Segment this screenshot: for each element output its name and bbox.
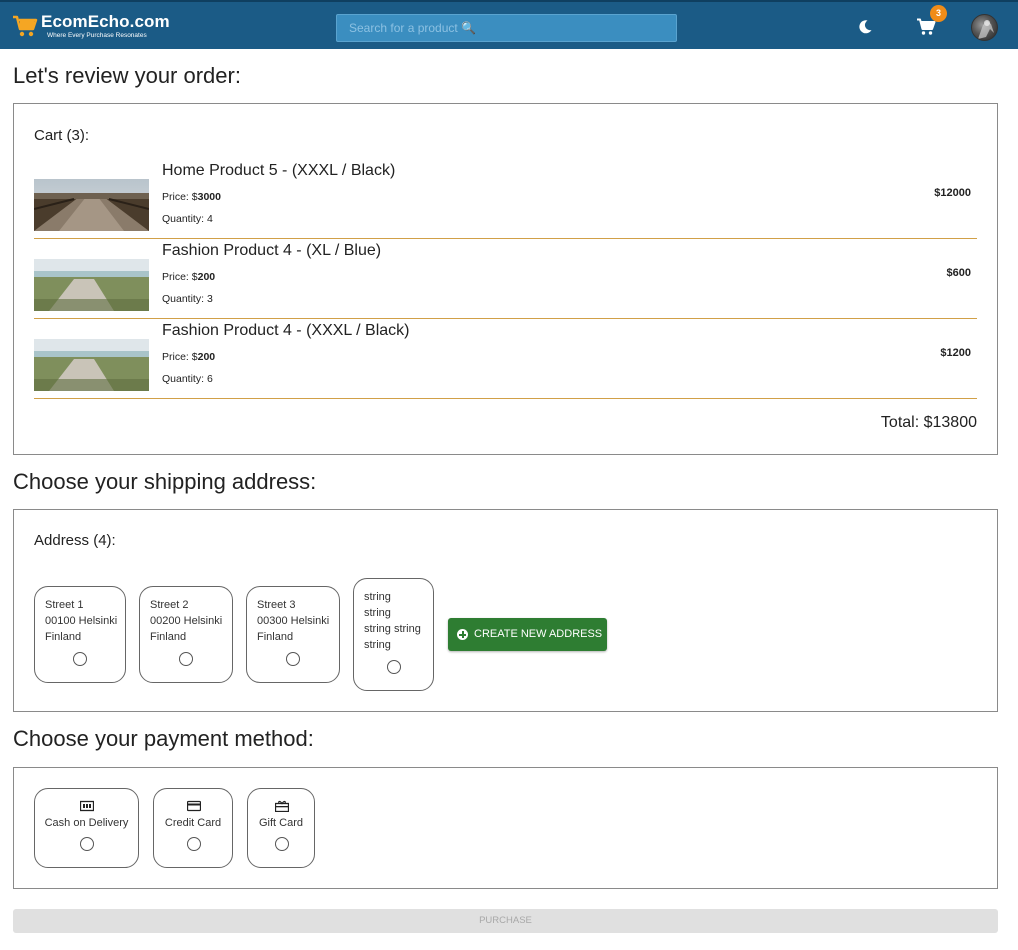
avatar-image — [978, 20, 994, 39]
address-line: Finland — [257, 631, 294, 643]
search-input[interactable] — [337, 15, 676, 41]
item-price: Price: $200 — [162, 351, 215, 363]
item-name: Fashion Product 4 - (XXXL / Black) — [162, 322, 410, 339]
payment-option-gift-card[interactable]: Gift Card — [247, 788, 315, 868]
address-line: string — [364, 607, 391, 619]
product-image — [34, 259, 149, 311]
cart-panel: Cart (3): Home Product 5 - (XXXL / Black… — [13, 103, 998, 455]
cart-item: Home Product 5 - (XXXL / Black) Price: $… — [34, 159, 977, 239]
payment-option-cash[interactable]: Cash on Delivery — [34, 788, 139, 868]
cart-logo-icon — [13, 15, 38, 37]
payment-radio[interactable] — [80, 837, 94, 851]
item-price: Price: $200 — [162, 271, 215, 283]
create-new-address-button[interactable]: CREATE NEW ADDRESS — [448, 618, 607, 651]
item-quantity: Quantity: 6 — [162, 373, 213, 385]
address-line: string string — [364, 623, 421, 635]
address-line: Finland — [150, 631, 187, 643]
price-prefix: Price: $ — [162, 191, 198, 203]
address-line: 00200 Helsinki — [150, 615, 223, 627]
payment-label: Cash on Delivery — [44, 817, 129, 829]
credit-card-icon — [187, 800, 201, 812]
address-card[interactable]: Street 2 00200 Helsinki Finland — [139, 586, 233, 683]
cash-icon — [80, 800, 94, 812]
item-subtotal: $1200 — [940, 347, 971, 359]
address-radio[interactable] — [179, 652, 193, 666]
address-card[interactable]: Street 3 00300 Helsinki Finland — [246, 586, 340, 683]
address-count-label: Address (4): — [34, 532, 116, 549]
payment-radio[interactable] — [275, 837, 289, 851]
cart-item: Fashion Product 4 - (XXXL / Black) Price… — [34, 319, 977, 399]
price-prefix: Price: $ — [162, 271, 198, 283]
address-card[interactable]: Street 1 00100 Helsinki Finland — [34, 586, 126, 683]
price-value: 200 — [197, 271, 216, 283]
shipping-heading: Choose your shipping address: — [13, 469, 317, 494]
payment-heading: Choose your payment method: — [13, 726, 314, 751]
order-total: Total: $13800 — [880, 414, 977, 431]
item-subtotal: $12000 — [934, 187, 971, 199]
search-box[interactable] — [336, 14, 677, 42]
address-radio[interactable] — [73, 652, 87, 666]
moon-icon[interactable] — [857, 19, 873, 35]
price-value: 200 — [197, 351, 216, 363]
payment-option-credit-card[interactable]: Credit Card — [153, 788, 233, 868]
price-prefix: Price: $ — [162, 351, 198, 363]
add-circle-icon — [457, 629, 468, 640]
payment-panel: Cash on Delivery Credit Card Gift Card — [13, 767, 998, 889]
logo-tagline: Where Every Purchase Resonates — [47, 32, 147, 39]
item-subtotal: $600 — [946, 267, 971, 279]
cart-label: Cart (3): — [34, 127, 90, 144]
avatar[interactable] — [971, 14, 998, 41]
address-line: Street 2 — [150, 599, 189, 611]
item-price: Price: $3000 — [162, 191, 221, 203]
review-order-heading: Let's review your order: — [13, 63, 241, 88]
address-line: string — [364, 639, 391, 651]
address-radio[interactable] — [286, 652, 300, 666]
price-value: 3000 — [197, 191, 221, 203]
create-address-label: CREATE NEW ADDRESS — [474, 628, 603, 640]
address-line: Finland — [45, 631, 82, 643]
address-card[interactable]: string string string string string — [353, 578, 434, 691]
address-line: string — [364, 591, 391, 603]
item-name: Fashion Product 4 - (XL / Blue) — [162, 242, 382, 259]
shipping-panel: Address (4): Street 1 00100 Helsinki Fin… — [13, 509, 998, 712]
logo-title: EcomEcho.com — [41, 12, 170, 31]
address-line: Street 3 — [257, 599, 296, 611]
gift-card-icon — [275, 800, 289, 812]
address-line: 00300 Helsinki — [257, 615, 330, 627]
item-quantity: Quantity: 4 — [162, 213, 213, 225]
purchase-button[interactable]: PURCHASE — [13, 909, 998, 933]
product-image — [34, 179, 149, 231]
cart-count-badge: 3 — [930, 5, 947, 22]
product-image — [34, 339, 149, 391]
top-navbar: EcomEcho.com Where Every Purchase Resona… — [0, 0, 1018, 49]
item-name: Home Product 5 - (XXXL / Black) — [162, 162, 396, 179]
payment-label: Gift Card — [258, 817, 303, 829]
site-logo[interactable]: EcomEcho.com Where Every Purchase Resona… — [12, 12, 170, 44]
address-radio[interactable] — [387, 660, 401, 674]
cart-item: Fashion Product 4 - (XL / Blue) Price: $… — [34, 239, 977, 319]
address-line: 00100 Helsinki — [45, 615, 118, 627]
payment-radio[interactable] — [187, 837, 201, 851]
payment-label: Credit Card — [164, 817, 222, 829]
address-line: Street 1 — [45, 599, 84, 611]
item-quantity: Quantity: 3 — [162, 293, 213, 305]
